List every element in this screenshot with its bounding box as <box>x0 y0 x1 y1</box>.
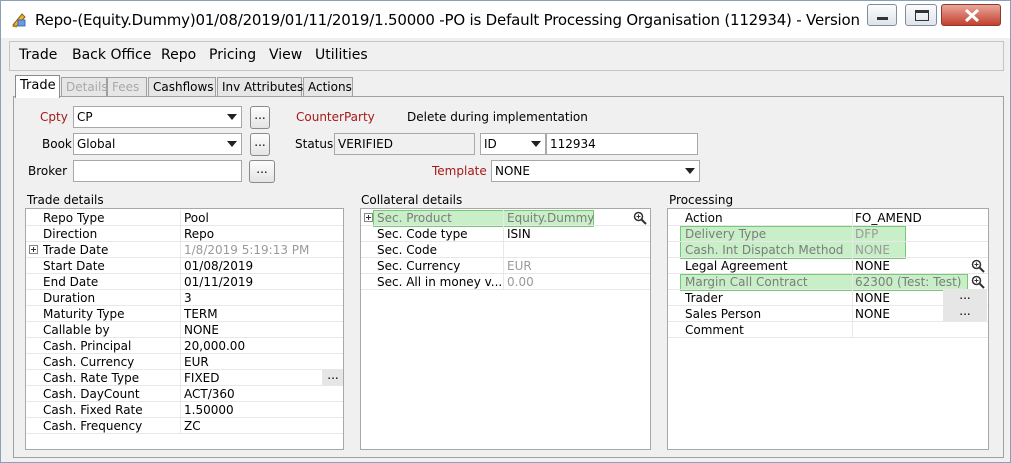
cpty-value: CP <box>77 110 93 124</box>
chevron-down-icon <box>531 141 541 147</box>
magnifier-icon[interactable] <box>971 259 985 273</box>
close-button[interactable] <box>941 4 1001 26</box>
processing-title: Processing <box>669 193 734 207</box>
processing-row[interactable]: Trader NONE... <box>668 289 988 306</box>
minimize-button[interactable] <box>867 4 897 26</box>
collateral-details-title: Collateral details <box>361 193 463 207</box>
tab-cashflows[interactable]: Cashflows <box>148 77 216 97</box>
close-icon <box>964 9 980 22</box>
trade-row[interactable]: Duration 3 <box>26 290 343 306</box>
book-value: Global <box>77 137 116 151</box>
app-icon <box>12 13 26 28</box>
trade-row[interactable]: Trade Date 1/8/2019 5:19:13 PM <box>26 242 343 258</box>
menu-back-office[interactable]: Back Office <box>72 47 151 63</box>
menu-view[interactable]: View <box>269 47 302 63</box>
collateral-row[interactable]: Sec. Code type ISIN <box>361 226 650 242</box>
id-type-value: ID <box>484 137 497 151</box>
rate-type-lookup-button[interactable]: ... <box>322 369 343 385</box>
broker-field[interactable] <box>73 160 242 182</box>
template-label: Template <box>432 164 487 178</box>
trade-row[interactable]: Cash. DayCount ACT/360 <box>26 386 343 402</box>
cpty-select[interactable]: CP <box>73 106 242 128</box>
title-bar: Repo-(Equity.Dummy)01/08/2019/01/11/2019… <box>1 1 1010 38</box>
processing-row[interactable]: Action FO_AMEND <box>668 210 988 226</box>
broker-label: Broker <box>28 164 68 178</box>
menu-utilities[interactable]: Utilities <box>315 47 368 63</box>
collateral-details-panel: Sec. Product Equity.Dummy Sec. Code type I… <box>360 208 651 450</box>
sales-person-lookup-button[interactable]: ... <box>943 305 987 321</box>
trade-row[interactable]: Cash. Currency EUR <box>26 354 343 370</box>
trade-row[interactable]: Cash. Principal 20,000.00 <box>26 338 343 354</box>
chevron-down-icon <box>227 114 237 120</box>
trade-row[interactable]: End Date 01/11/2019 <box>26 274 343 290</box>
counterparty-note: Delete during implementation <box>407 110 588 124</box>
trade-row[interactable]: Start Date 01/08/2019 <box>26 258 343 274</box>
book-select[interactable]: Global <box>73 133 242 155</box>
trade-details-title: Trade details <box>27 193 104 207</box>
tab-inv-attributes[interactable]: Inv Attributes <box>217 77 303 97</box>
template-select[interactable]: NONE <box>491 160 700 182</box>
collateral-row[interactable]: Sec. Code <box>361 242 650 258</box>
collateral-row[interactable]: Sec. All in money v... 0.00 <box>361 274 650 290</box>
trade-row[interactable]: Direction Repo <box>26 226 343 242</box>
collateral-row[interactable]: Sec. Currency EUR <box>361 258 650 274</box>
processing-row[interactable]: Cash. Int Dispatch Method NONE <box>668 242 988 258</box>
tab-strip: Trade Details Fees Cashflows Inv Attribu… <box>13 75 1003 98</box>
processing-panel: Action FO_AMEND Delivery Type DFP Cash. In… <box>667 208 989 450</box>
trade-tab-content: Cpty CP ... Book Global ... Broker ... C… <box>13 96 1004 458</box>
template-value: NONE <box>495 164 530 178</box>
maximize-icon <box>915 10 929 21</box>
id-type-select[interactable]: ID <box>480 133 546 155</box>
magnifier-icon[interactable] <box>971 275 985 289</box>
chevron-down-icon <box>685 168 695 174</box>
processing-row[interactable]: Margin Call Contract 62300 (Test: Test) <box>668 274 988 290</box>
maximize-button[interactable] <box>905 4 937 26</box>
tab-trade[interactable]: Trade <box>15 75 60 98</box>
id-field[interactable]: 112934 <box>546 133 698 155</box>
cpty-label: Cpty <box>40 110 68 124</box>
tab-actions[interactable]: Actions <box>303 77 353 97</box>
minimize-icon <box>877 17 888 20</box>
chevron-down-icon <box>227 141 237 147</box>
trader-lookup-button[interactable]: ... <box>943 289 987 305</box>
processing-row[interactable]: Delivery Type DFP <box>668 226 988 242</box>
menu-trade[interactable]: Trade <box>19 47 57 63</box>
menu-pricing[interactable]: Pricing <box>209 47 256 63</box>
processing-row[interactable]: Comment <box>668 322 988 338</box>
book-label: Book <box>42 137 72 151</box>
book-lookup-button[interactable]: ... <box>250 133 270 156</box>
trade-row[interactable]: Callable by NONE <box>26 322 343 338</box>
collateral-row[interactable]: Sec. Product Equity.Dummy <box>361 210 650 226</box>
tab-details: Details <box>61 77 108 97</box>
window-title: Repo-(Equity.Dummy)01/08/2019/01/11/2019… <box>35 11 863 29</box>
trade-row[interactable]: Cash. Fixed Rate 1.50000 <box>26 402 343 418</box>
magnifier-icon[interactable] <box>633 211 647 225</box>
status-field: VERIFIED <box>334 133 475 155</box>
trade-row[interactable]: Cash. Frequency ZC <box>26 418 343 434</box>
trade-details-panel: Repo Type Pool Direction Repo Trade Date 1/… <box>25 208 344 450</box>
trade-row[interactable]: Repo Type Pool <box>26 210 343 226</box>
processing-row[interactable]: Sales Person NONE... <box>668 305 988 322</box>
repo-trade-window: Repo-(Equity.Dummy)01/08/2019/01/11/2019… <box>0 0 1011 463</box>
expand-icon[interactable] <box>364 213 373 222</box>
broker-lookup-button[interactable]: ... <box>249 160 275 183</box>
processing-row[interactable]: Legal Agreement NONE <box>668 258 988 274</box>
expand-icon[interactable] <box>29 245 38 254</box>
status-label: Status <box>295 137 334 151</box>
trade-row[interactable]: Maturity Type TERM <box>26 306 343 322</box>
menu-repo[interactable]: Repo <box>161 47 196 63</box>
counterparty-label: CounterParty <box>296 110 375 124</box>
menu-bar: Trade Back Office Repo Pricing View Util… <box>9 41 1004 71</box>
trade-row[interactable]: Cash. Rate Type FIXED... <box>26 369 343 386</box>
cpty-lookup-button[interactable]: ... <box>250 106 270 129</box>
tab-fees: Fees <box>107 77 147 97</box>
